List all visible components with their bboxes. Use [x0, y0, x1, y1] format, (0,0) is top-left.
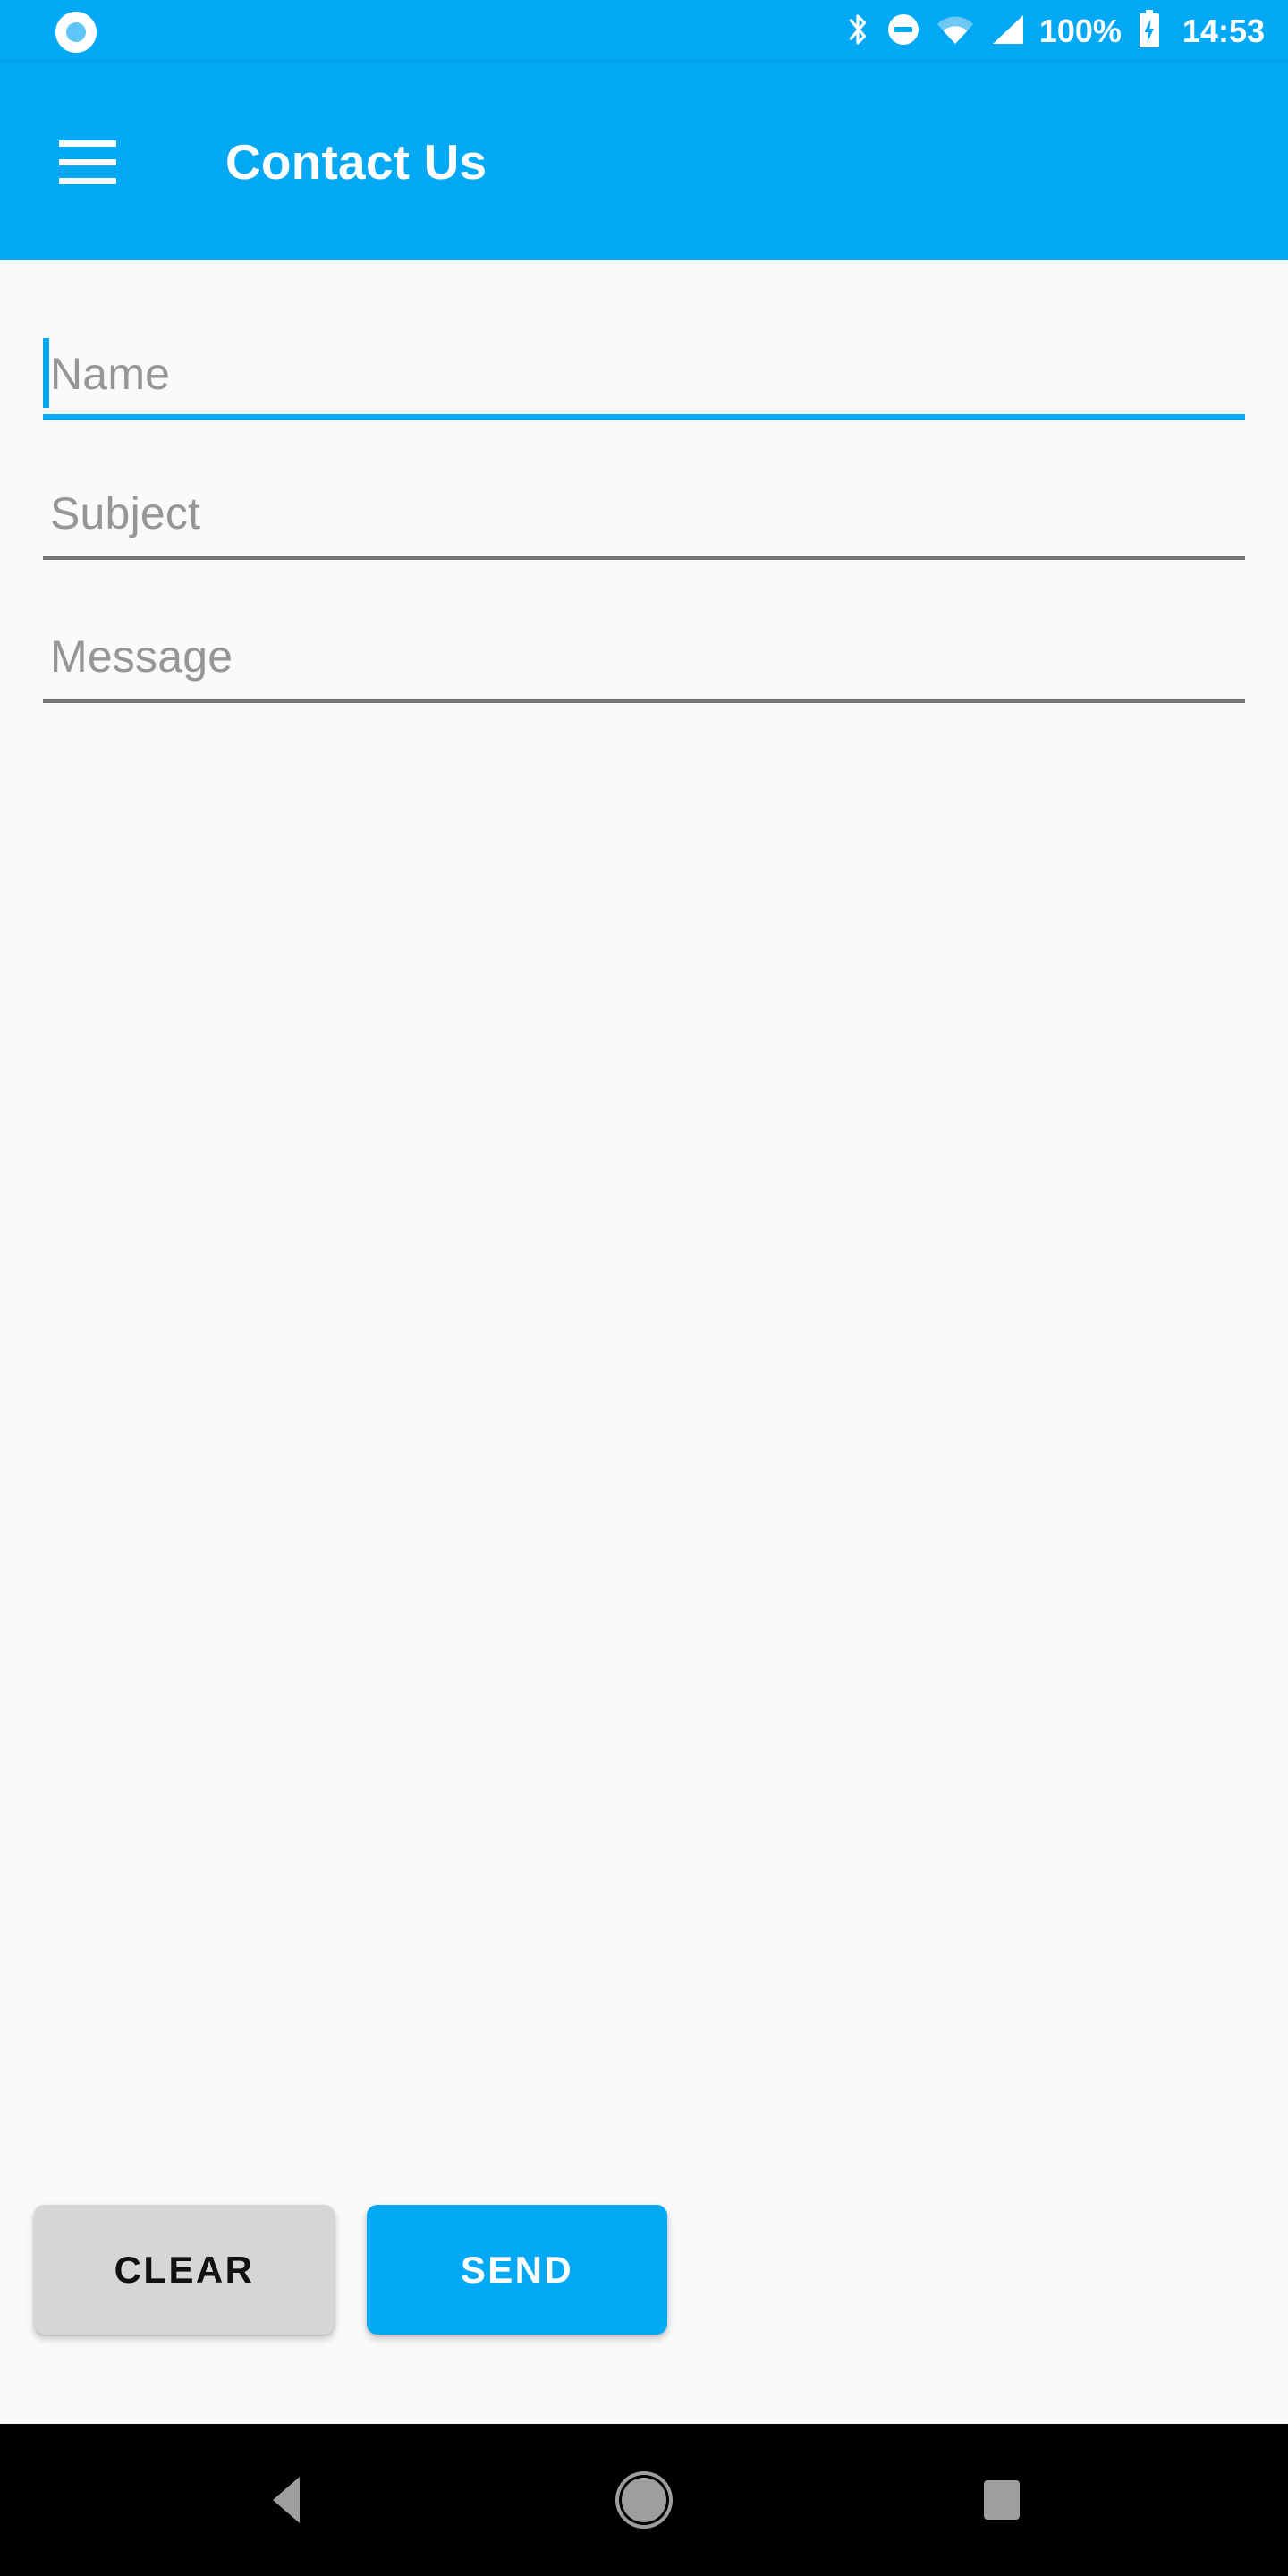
- name-field-placeholder: Name: [50, 349, 171, 399]
- cellular-signal-icon: [989, 13, 1025, 50]
- nav-home-button[interactable]: [564, 2424, 724, 2576]
- wifi-icon: [936, 13, 975, 50]
- nav-back-button[interactable]: [206, 2424, 367, 2576]
- menu-bar-1: [59, 140, 116, 147]
- triangle-back-icon: [273, 2477, 300, 2523]
- square-recents-icon: [984, 2480, 1020, 2520]
- clock-label: 14:53: [1182, 13, 1265, 49]
- subject-field-placeholder: Subject: [50, 488, 201, 538]
- name-field[interactable]: Name: [43, 335, 1245, 420]
- menu-bar-2: [59, 158, 116, 165]
- hamburger-menu-icon[interactable]: [52, 132, 123, 191]
- message-field-underline: [43, 699, 1245, 703]
- send-button[interactable]: SEND: [367, 2205, 667, 2334]
- message-field[interactable]: Message: [43, 617, 1245, 703]
- phone-screen: 100% 14:53 Contact Us Name Subject Messa…: [0, 0, 1288, 2576]
- notification-dot: [66, 22, 86, 42]
- app-bar: Contact Us: [0, 63, 1288, 260]
- clear-button[interactable]: CLEAR: [34, 2205, 335, 2334]
- text-caret: [43, 338, 49, 408]
- action-button-row: CLEAR SEND: [0, 2205, 1288, 2334]
- message-field-placeholder: Message: [50, 631, 233, 682]
- page-title: Contact Us: [225, 133, 487, 190]
- name-field-underline: [43, 414, 1245, 420]
- battery-charging-icon: [1138, 9, 1161, 54]
- circle-home-icon: [622, 2478, 666, 2522]
- do-not-disturb-icon: [886, 12, 921, 52]
- form-container: Name Subject Message CLEAR SEND: [0, 260, 1288, 2424]
- bluetooth-icon: [844, 11, 871, 53]
- menu-bar-3: [59, 177, 116, 184]
- status-icons-group: 100% 14:53: [844, 0, 1265, 63]
- navigation-bar: [0, 2424, 1288, 2576]
- subject-field[interactable]: Subject: [43, 474, 1245, 560]
- subject-field-underline: [43, 556, 1245, 560]
- nav-recents-button[interactable]: [921, 2424, 1082, 2576]
- status-bar: 100% 14:53: [0, 0, 1288, 63]
- circle-notification-icon: [55, 12, 97, 53]
- battery-percent-label: 100%: [1038, 13, 1122, 49]
